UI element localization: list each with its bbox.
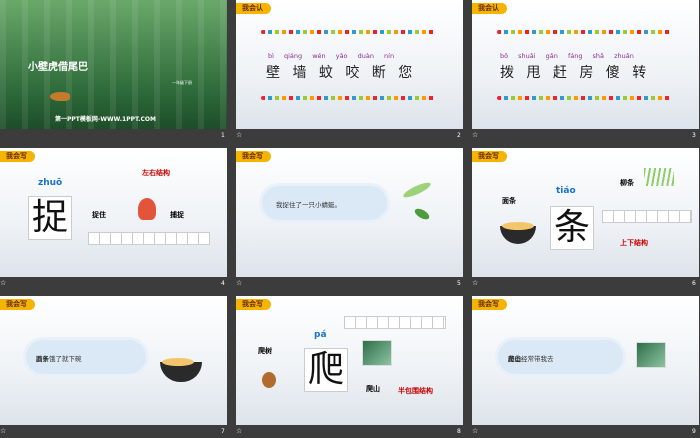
star-icon: ☆ bbox=[236, 131, 243, 139]
noodle-bowl-icon bbox=[500, 222, 536, 244]
slide-thumb-9[interactable]: 我会写 爸爸经常带我去 爬山。 bbox=[472, 296, 699, 425]
slide-number-8: 8 bbox=[457, 428, 461, 435]
structure-label: 左右结构 bbox=[142, 169, 170, 177]
footer-text: 第一PPT模板网-WWW.1PPT.COM bbox=[55, 116, 156, 123]
structure-label: 半包围结构 bbox=[398, 387, 433, 395]
monkey-icon bbox=[262, 372, 276, 388]
stroke-order-grid bbox=[88, 232, 210, 245]
sentence-cloud: 我捉住了一只小蜻蜓。 bbox=[262, 186, 387, 220]
decorative-dots bbox=[497, 96, 672, 100]
pinyin-label: pá bbox=[314, 330, 327, 340]
slide-thumb-8[interactable]: 我会写 pá 爬树 爬 爬山 半包围结构 bbox=[236, 296, 463, 425]
slide-number-1: 1 bbox=[221, 132, 225, 139]
pinyin-row: bì qiáng wén yǎo duàn nín bbox=[268, 52, 395, 60]
sentence-text: 我捉住了一只小蜻蜓。 bbox=[276, 201, 341, 209]
slide-number-6: 6 bbox=[692, 280, 696, 287]
sentence-end: 。 bbox=[508, 355, 515, 363]
slide-number-4: 4 bbox=[221, 280, 225, 287]
slide-number-7: 7 bbox=[221, 428, 225, 435]
word-2: 爬山 bbox=[366, 385, 380, 393]
slide-number-3: 3 bbox=[692, 132, 696, 139]
child-icon bbox=[138, 198, 156, 220]
slide-number-5: 5 bbox=[457, 280, 461, 287]
slide-thumb-2[interactable]: 我会认 bì qiáng wén yǎo duàn nín 壁 墙 蚊 咬 断 … bbox=[236, 0, 463, 129]
star-icon: ☆ bbox=[0, 427, 7, 435]
char-row: 壁 墙 蚊 咬 断 您 bbox=[266, 65, 417, 81]
willow-icon bbox=[644, 168, 674, 186]
sentence-cloud: 肚子饿了就下碗 面条。 bbox=[26, 340, 146, 374]
slide-tab: 我会写 bbox=[0, 151, 35, 162]
pinyin-row: bō shuǎi gǎn fáng shǎ zhuǎn bbox=[500, 52, 634, 60]
mountain-icon bbox=[362, 340, 392, 366]
slide-thumb-4[interactable]: 我会写 左右结构 zhuō 捉 捉住 捕捉 bbox=[0, 148, 227, 277]
slide-thumb-7[interactable]: 我会写 肚子饿了就下碗 面条。 bbox=[0, 296, 227, 425]
sentence-end: 。 bbox=[36, 355, 43, 363]
slide-tab: 我会写 bbox=[236, 151, 271, 162]
slide-tab: 我会写 bbox=[472, 151, 507, 162]
slide-thumb-5[interactable]: 我会写 我捉住了一只小蜻蜓。 bbox=[236, 148, 463, 277]
star-icon: ☆ bbox=[472, 131, 479, 139]
char-row: 拨 甩 赶 房 傻 转 bbox=[500, 65, 651, 81]
sentence-cloud: 爸爸经常带我去 爬山。 bbox=[498, 340, 623, 374]
slide-caption: 一年级下册 bbox=[172, 80, 192, 85]
stroke-order-grid bbox=[602, 210, 692, 223]
decorative-dots bbox=[261, 96, 436, 100]
star-icon: ☆ bbox=[472, 279, 479, 287]
slide-tab: 我会写 bbox=[236, 299, 271, 310]
word-1: 面条 bbox=[502, 197, 516, 205]
star-icon: ☆ bbox=[472, 427, 479, 435]
slide-tab: 我会认 bbox=[236, 3, 271, 14]
decorative-dots bbox=[497, 30, 672, 34]
word-2: 捕捉 bbox=[170, 211, 184, 219]
word-2: 柳条 bbox=[620, 179, 634, 187]
slide-tab: 我会写 bbox=[472, 299, 507, 310]
fox-icon bbox=[50, 92, 70, 101]
star-icon: ☆ bbox=[236, 427, 243, 435]
stroke-order-grid bbox=[344, 316, 446, 329]
slide-thumb-6[interactable]: 我会写 柳条 tiáo 面条 条 上下结构 bbox=[472, 148, 699, 277]
pinyin-label: tiáo bbox=[556, 186, 576, 196]
slide-number-2: 2 bbox=[457, 132, 461, 139]
slide-thumb-1[interactable]: 小壁虎借尾巴 一年级下册 第一PPT模板网-WWW.1PPT.COM bbox=[0, 0, 227, 129]
star-icon: ☆ bbox=[236, 279, 243, 287]
mountain-icon bbox=[636, 342, 666, 368]
structure-label: 上下结构 bbox=[620, 239, 648, 247]
slide-number-9: 9 bbox=[692, 428, 696, 435]
big-character: 爬 bbox=[304, 348, 348, 392]
word-1: 捉住 bbox=[92, 211, 106, 219]
big-character: 条 bbox=[550, 206, 594, 250]
dragonfly-icon bbox=[401, 180, 433, 200]
word-1: 爬树 bbox=[258, 347, 272, 355]
slide-thumb-3[interactable]: 我会认 bō shuǎi gǎn fáng shǎ zhuǎn 拨 甩 赶 房 … bbox=[472, 0, 699, 129]
decorative-dots bbox=[261, 30, 436, 34]
slide-tab: 我会写 bbox=[0, 299, 35, 310]
star-icon: ☆ bbox=[0, 279, 7, 287]
noodle-bowl-icon bbox=[160, 358, 202, 382]
slide-tab: 我会认 bbox=[472, 3, 507, 14]
leaf-icon bbox=[413, 206, 431, 222]
big-character: 捉 bbox=[28, 196, 72, 240]
pinyin-label: zhuō bbox=[38, 178, 63, 188]
slide-title: 小壁虎借尾巴 bbox=[28, 62, 88, 73]
